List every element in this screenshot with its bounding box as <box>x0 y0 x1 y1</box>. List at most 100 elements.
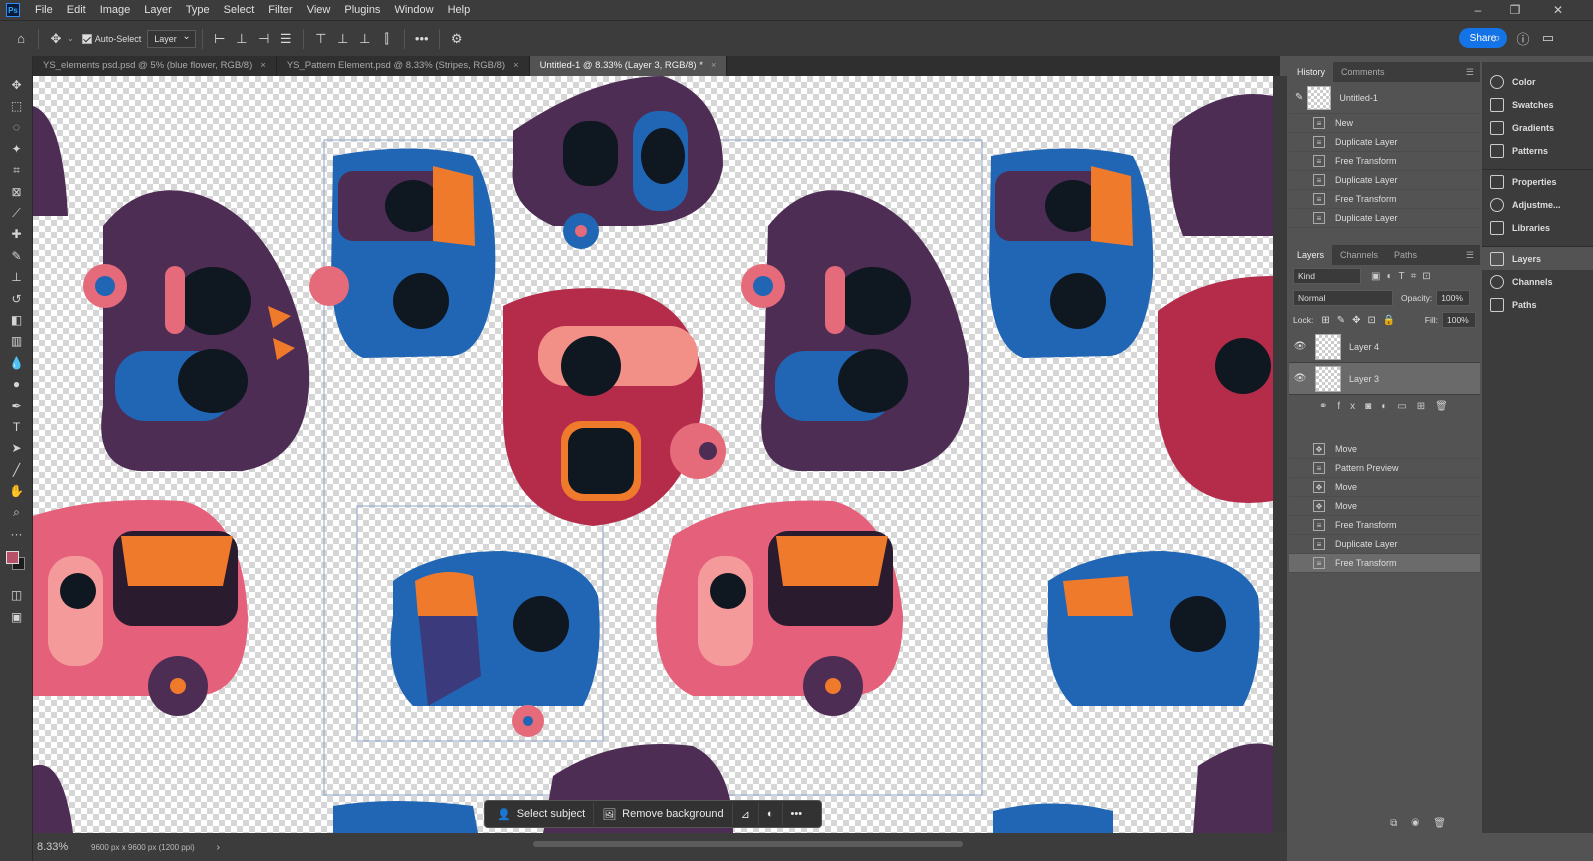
history-item[interactable]: ≡ Free Transform <box>1289 190 1480 209</box>
move-tool-icon[interactable]: ✥ <box>0 74 33 95</box>
history-brush-icon[interactable]: ↺ <box>0 288 33 309</box>
panel-patterns[interactable]: Patterns <box>1482 139 1593 162</box>
zoom-tool-icon[interactable]: ⌕ <box>0 502 33 523</box>
menu-edit[interactable]: Edit <box>60 0 93 20</box>
menu-layer[interactable]: Layer <box>137 0 179 20</box>
folder-icon[interactable]: ▭ <box>1397 401 1416 412</box>
panel-paths[interactable]: Paths <box>1482 293 1593 316</box>
more-options-icon[interactable]: ••• <box>783 803 811 825</box>
path-select-icon[interactable]: ➤ <box>0 438 33 459</box>
panel-gradients[interactable]: Gradients <box>1482 116 1593 139</box>
history-item[interactable]: ≡ Free Transform <box>1289 152 1480 171</box>
tab-pattern-element[interactable]: YS_Pattern Element.psd @ 8.33% (Stripes,… <box>277 56 530 76</box>
eraser-tool-icon[interactable]: ◧ <box>0 309 33 330</box>
panel-swatches[interactable]: Swatches <box>1482 93 1593 116</box>
healing-brush-icon[interactable]: ✚ <box>0 224 33 245</box>
stamp-tool-icon[interactable]: ⊥ <box>0 267 33 288</box>
adjustment-icon[interactable]: ◐ <box>759 803 783 825</box>
panel-menu-icon[interactable]: ☰ <box>1466 250 1474 261</box>
panel-properties[interactable]: Properties <box>1482 170 1593 193</box>
layer-row-4[interactable]: 👁 Layer 4 <box>1289 331 1480 363</box>
panel-layers[interactable]: Layers <box>1482 247 1593 270</box>
history-item[interactable]: ≡ Free Transform <box>1289 516 1480 535</box>
panel-libraries[interactable]: Libraries <box>1482 216 1593 239</box>
align-top-icon[interactable]: ⊤ <box>310 28 332 50</box>
tab-comments[interactable]: Comments <box>1333 62 1393 82</box>
align-middle-v-icon[interactable]: ⊥ <box>332 28 354 50</box>
history-item[interactable]: ≡ Pattern Preview <box>1289 459 1480 478</box>
menu-plugins[interactable]: Plugins <box>337 0 387 20</box>
close-icon[interactable]: × <box>513 60 519 71</box>
tab-paths[interactable]: Paths <box>1386 245 1425 265</box>
blend-mode-dropdown[interactable]: Normal <box>1293 290 1393 306</box>
help-icon[interactable]: ⓘ <box>1512 27 1534 49</box>
distribute-v-icon[interactable]: ⫿ <box>376 28 398 50</box>
kind-filter-dropdown[interactable]: Kind <box>1293 268 1361 284</box>
eye-icon[interactable]: 👁 <box>1289 341 1311 352</box>
transform-icon[interactable]: ⊿ <box>733 803 759 825</box>
lasso-tool-icon[interactable]: ◌ <box>0 117 33 138</box>
quick-mask-icon[interactable]: ◫ <box>0 585 33 606</box>
history-item[interactable]: ✥ Move <box>1289 440 1480 459</box>
menu-image[interactable]: Image <box>93 0 138 20</box>
menu-view[interactable]: View <box>300 0 338 20</box>
align-right-icon[interactable]: ⊣ <box>253 28 275 50</box>
camera-icon[interactable]: ◉ <box>1411 818 1433 829</box>
tab-untitled-1[interactable]: Untitled-1 @ 8.33% (Layer 3, RGB/8) * × <box>529 56 728 76</box>
history-item[interactable]: ≡ Duplicate Layer <box>1289 171 1480 190</box>
zoom-level[interactable]: 8.33% <box>37 841 87 853</box>
align-bottom-icon[interactable]: ⊥ <box>354 28 376 50</box>
magic-wand-icon[interactable]: ✦ <box>0 138 33 159</box>
filter-icons[interactable]: ▣◐T⌗⊡ <box>1371 271 1437 282</box>
document-info[interactable]: 9600 px x 9600 px (1200 ppi) <box>91 843 195 852</box>
type-tool-icon[interactable]: T <box>0 416 33 437</box>
marquee-tool-icon[interactable]: ⬚ <box>0 95 33 116</box>
restore-button[interactable]: ❐ <box>1497 0 1533 20</box>
panel-menu-icon[interactable]: ☰ <box>1466 67 1474 78</box>
fx-icon[interactable]: fx <box>1337 401 1365 412</box>
workspace-icon[interactable]: ▭ <box>1537 27 1559 49</box>
align-left-icon[interactable]: ⊢ <box>209 28 231 50</box>
mask-icon[interactable]: ◙ <box>1365 401 1381 412</box>
gear-icon[interactable]: ⚙ <box>446 28 468 50</box>
layer-row-3[interactable]: 👁 Layer 3 <box>1289 363 1480 395</box>
more-tools-icon[interactable]: ··· <box>0 523 33 544</box>
crop-tool-icon[interactable]: ⌗ <box>0 160 33 181</box>
status-menu-arrow[interactable]: › <box>217 842 220 853</box>
tab-history[interactable]: History <box>1289 62 1334 82</box>
trash-icon[interactable]: 🗑 <box>1433 818 1460 829</box>
more-options-icon[interactable]: ••• <box>411 28 433 50</box>
select-subject-button[interactable]: 👤 Select subject <box>489 803 595 825</box>
horizontal-scrollbar[interactable] <box>533 841 963 847</box>
distribute-icon[interactable]: ☰ <box>275 28 297 50</box>
document-canvas[interactable] <box>33 76 1273 833</box>
brush-tool-icon[interactable]: ✎ <box>0 245 33 266</box>
close-icon[interactable]: × <box>711 60 717 71</box>
lock-icons[interactable]: ⊞✎✥⊡🔒 <box>1321 315 1402 326</box>
gradient-tool-icon[interactable]: ▥ <box>0 331 33 352</box>
vertical-scrollbar[interactable] <box>1273 76 1287 833</box>
history-item[interactable]: ≡ New <box>1289 114 1480 133</box>
adjustment-layer-icon[interactable]: ◐ <box>1381 401 1397 412</box>
tab-channels[interactable]: Channels <box>1332 245 1386 265</box>
link-icon[interactable]: ⚭ <box>1319 401 1337 412</box>
history-item[interactable]: ✥ Move <box>1289 478 1480 497</box>
auto-select-checkbox[interactable] <box>81 33 92 44</box>
fill-input[interactable]: 100% <box>1442 312 1476 328</box>
foreground-color-swatch[interactable] <box>6 550 19 564</box>
blur-tool-icon[interactable]: 💧 <box>0 352 33 373</box>
new-layer-icon[interactable]: ⊞ <box>1417 401 1435 412</box>
menu-type[interactable]: Type <box>179 0 217 20</box>
menu-window[interactable]: Window <box>387 0 440 20</box>
new-document-icon[interactable]: ⧉ <box>1390 818 1411 829</box>
menu-file[interactable]: File <box>28 0 60 20</box>
history-item[interactable]: ≡ Duplicate Layer <box>1289 209 1480 228</box>
history-snapshot[interactable]: ✎ Untitled-1 <box>1289 82 1480 114</box>
panel-color[interactable]: Color <box>1482 70 1593 93</box>
align-center-h-icon[interactable]: ⊥ <box>231 28 253 50</box>
opacity-input[interactable]: 100% <box>1436 290 1471 306</box>
remove-background-button[interactable]: 🖼 Remove background <box>594 803 733 825</box>
menu-help[interactable]: Help <box>441 0 478 20</box>
close-icon[interactable]: × <box>260 60 266 71</box>
auto-select-target-dropdown[interactable]: Layer <box>147 29 196 48</box>
